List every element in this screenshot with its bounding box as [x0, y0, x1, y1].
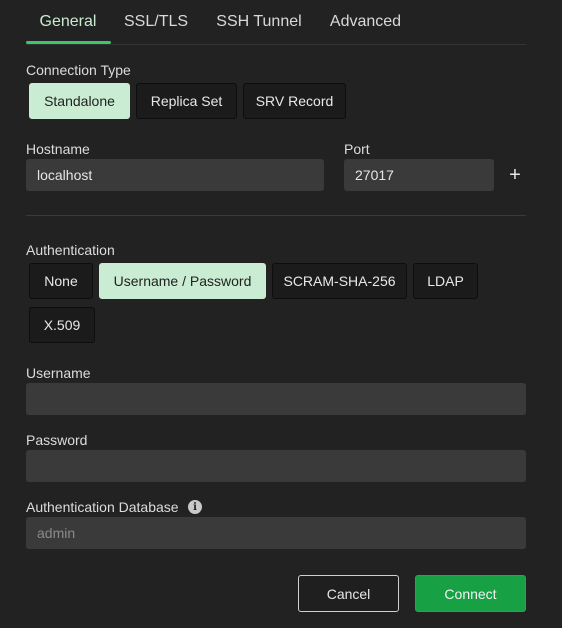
auth-database-label: Authentication Database	[26, 499, 179, 515]
active-tab-indicator	[26, 41, 111, 44]
tab-general[interactable]: General	[39, 12, 97, 44]
tab-ssl-tls[interactable]: SSL/TLS	[124, 12, 188, 44]
port-label: Port	[344, 141, 370, 157]
auth-ldap[interactable]: LDAP	[413, 263, 478, 299]
tab-bar: General SSL/TLS SSH Tunnel Advanced	[26, 0, 526, 45]
auth-username-password[interactable]: Username / Password	[99, 263, 266, 299]
password-input[interactable]	[26, 450, 526, 482]
username-label: Username	[26, 365, 91, 381]
hostname-label: Hostname	[26, 141, 90, 157]
info-icon[interactable]: i	[188, 500, 202, 514]
connection-type-replica-set[interactable]: Replica Set	[136, 83, 237, 119]
authentication-label: Authentication	[26, 242, 115, 258]
port-input[interactable]	[344, 159, 494, 191]
connection-type-label: Connection Type	[26, 62, 131, 78]
section-divider	[26, 215, 526, 216]
hostname-input[interactable]	[26, 159, 324, 191]
tab-ssh-tunnel[interactable]: SSH Tunnel	[216, 12, 302, 44]
tab-advanced[interactable]: Advanced	[329, 12, 402, 44]
auth-x509[interactable]: X.509	[29, 307, 95, 343]
cancel-button[interactable]: Cancel	[298, 575, 399, 612]
username-input[interactable]	[26, 383, 526, 415]
plus-icon[interactable]: +	[506, 164, 524, 186]
auth-scram-sha-256[interactable]: SCRAM-SHA-256	[272, 263, 407, 299]
connection-type-standalone[interactable]: Standalone	[29, 83, 130, 119]
auth-database-input[interactable]	[26, 517, 526, 549]
connect-button[interactable]: Connect	[415, 575, 526, 612]
password-label: Password	[26, 432, 88, 448]
connection-type-srv-record[interactable]: SRV Record	[243, 83, 346, 119]
auth-none[interactable]: None	[29, 263, 93, 299]
